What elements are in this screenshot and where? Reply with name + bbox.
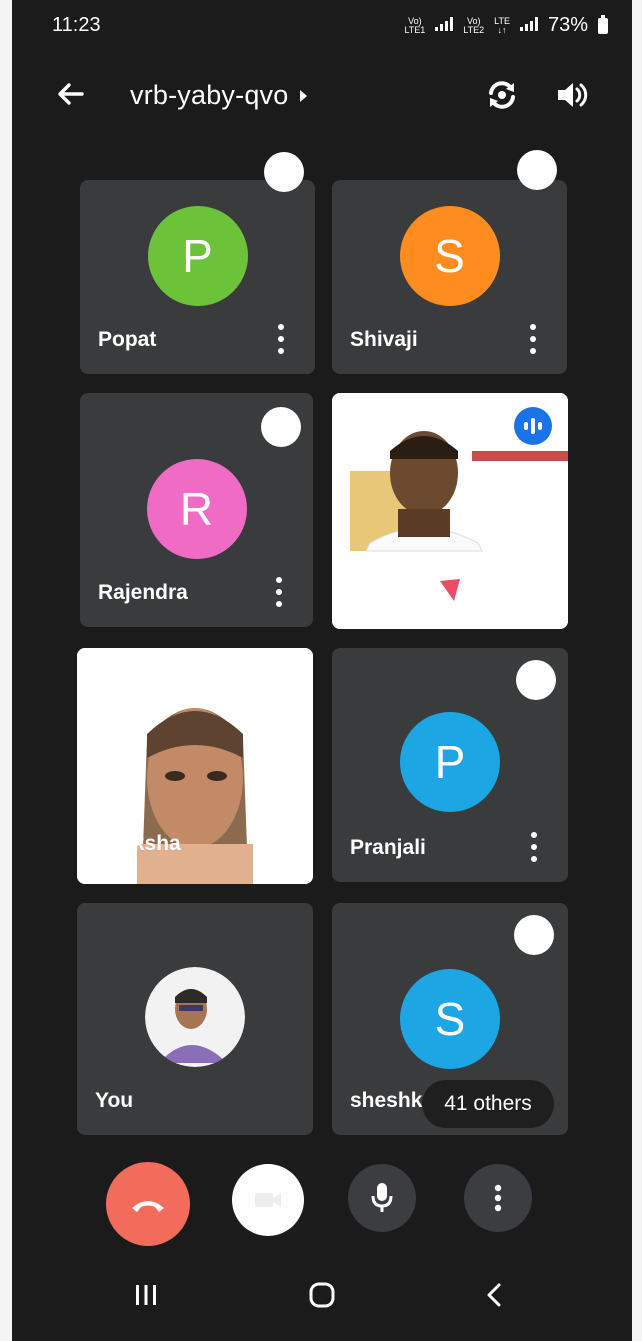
caret-right-icon [300, 89, 308, 102]
camera-toggle-button[interactable] [232, 1164, 304, 1236]
battery-icon [598, 14, 608, 34]
meeting-code: vrb-yaby-qvo [130, 80, 289, 110]
switch-camera-button[interactable] [482, 75, 522, 115]
participant-avatar: S [399, 206, 500, 306]
back-arrow-icon [58, 83, 84, 105]
participant-tile[interactable]: P Popat [80, 180, 315, 374]
sim1-indicator: Vo) LTE1 [404, 15, 426, 35]
more-options-button[interactable] [464, 1164, 532, 1232]
muted-indicator-icon [261, 407, 301, 447]
back-nav-icon [487, 1283, 501, 1307]
speaker-icon [558, 83, 588, 107]
recents-button[interactable] [126, 1275, 166, 1315]
system-navigation-bar [12, 1255, 632, 1341]
microphone-button[interactable] [348, 1164, 416, 1232]
meeting-details-button[interactable]: vrb-yaby-qvo [130, 80, 308, 111]
others-count-button[interactable]: 41 others [422, 1080, 554, 1128]
participant-tile[interactable]: R Rajendra [80, 393, 313, 627]
participant-video-tile[interactable]: iksha [77, 648, 313, 884]
signal-icon [519, 14, 538, 37]
participant-options-button[interactable] [269, 577, 289, 607]
participant-options-button[interactable] [524, 832, 544, 862]
signal-icon [435, 14, 454, 37]
participant-name: iksha [127, 832, 181, 855]
more-vert-icon [494, 1184, 502, 1212]
participant-tile[interactable]: S Shivaji [332, 180, 567, 374]
participant-name: Rajendra [98, 581, 188, 604]
back-nav-button[interactable] [474, 1275, 514, 1315]
participant-avatar: R [146, 459, 247, 559]
end-call-icon [132, 1201, 164, 1212]
end-call-button[interactable] [106, 1162, 190, 1246]
participant-name: Shivaji [350, 328, 418, 351]
self-avatar-photo [145, 967, 245, 1067]
back-button[interactable] [50, 74, 90, 114]
participant-avatar: P [400, 712, 500, 812]
participant-options-button[interactable] [271, 324, 291, 354]
participant-name: Pranjali [350, 836, 426, 859]
status-time: 11:23 [52, 14, 101, 36]
audio-output-button[interactable] [552, 75, 592, 115]
muted-indicator-icon [517, 150, 557, 190]
meeting-header: vrb-yaby-qvo [12, 60, 632, 130]
status-bar: 11:23 Vo) LTE1 Vo) LTE2 LTE ↓↑ 73% [12, 0, 632, 56]
participant-name: You [95, 1089, 134, 1112]
participant-video [77, 648, 313, 884]
home-icon [309, 1282, 335, 1308]
participant-avatar: P [147, 206, 248, 306]
camera-off-icon [255, 1193, 281, 1207]
speaking-indicator-icon [514, 407, 552, 445]
switch-camera-icon [489, 81, 515, 109]
battery-level: 73% [547, 14, 588, 36]
muted-indicator-icon [264, 152, 304, 192]
muted-indicator-icon [514, 915, 554, 955]
participant-avatar: S [400, 969, 500, 1069]
status-icons: Vo) LTE1 Vo) LTE2 LTE ↓↑ 73% [404, 14, 608, 37]
participant-name: Popat [98, 328, 157, 351]
lte-indicator: LTE ↓↑ [494, 15, 510, 35]
phone-screen: 11:23 Vo) LTE1 Vo) LTE2 LTE ↓↑ 73% vrb-y… [12, 0, 632, 1341]
sim2-indicator: Vo) LTE2 [463, 15, 485, 35]
recents-icon [136, 1285, 156, 1305]
self-tile[interactable]: You [77, 903, 313, 1135]
microphone-icon [371, 1183, 393, 1212]
participant-tile[interactable]: P Pranjali [332, 648, 568, 882]
muted-indicator-icon [516, 660, 556, 700]
call-controls [12, 1150, 632, 1250]
home-button[interactable] [302, 1275, 342, 1315]
participant-video-tile[interactable] [332, 393, 568, 629]
participant-options-button[interactable] [523, 324, 543, 354]
